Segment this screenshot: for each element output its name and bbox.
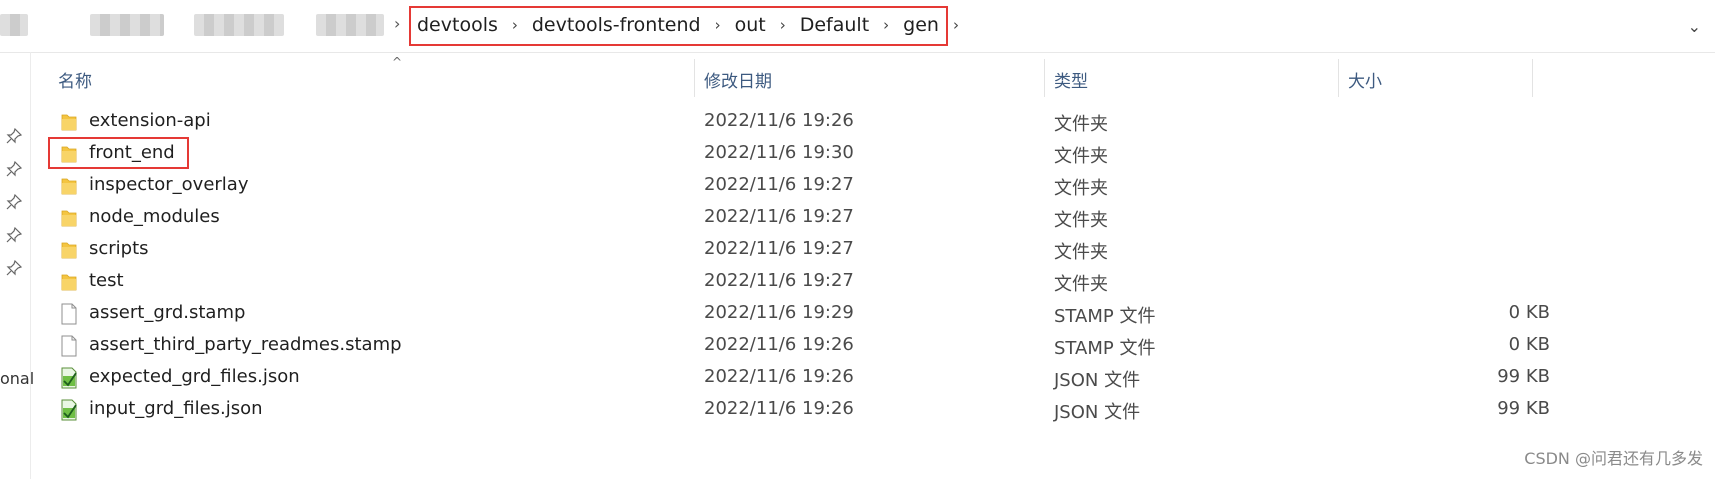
blurred-breadcrumb <box>0 14 28 36</box>
breadcrumb: devtools › devtools-frontend › out › Def… <box>415 14 971 36</box>
file-type: 文件夹 <box>1054 274 1108 295</box>
folder-icon <box>60 239 78 261</box>
folder-icon <box>60 271 78 293</box>
file-name: node_modules <box>89 206 220 227</box>
chevron-down-icon[interactable]: ⌄ <box>1688 17 1701 36</box>
file-name: assert_grd.stamp <box>89 302 246 323</box>
breadcrumb-gen[interactable]: gen <box>901 14 941 36</box>
column-header-name[interactable]: 名称 <box>58 67 92 92</box>
folder-icon <box>60 175 78 197</box>
file-row[interactable]: extension-api 2022/11/6 19:26 文件夹 <box>30 106 1715 138</box>
breadcrumb-out[interactable]: out <box>733 14 768 36</box>
column-header-date[interactable]: 修改日期 <box>704 67 772 92</box>
navigation-pane: onal <box>0 52 34 479</box>
column-divider[interactable] <box>694 59 695 97</box>
file-size: 0 KB <box>1508 334 1550 355</box>
file-name: expected_grd_files.json <box>89 366 300 387</box>
column-divider[interactable] <box>1044 59 1045 97</box>
file-size: 99 KB <box>1497 366 1550 387</box>
json-file-icon <box>60 399 78 421</box>
pin-icon[interactable] <box>6 194 22 210</box>
file-row[interactable]: node_modules 2022/11/6 19:27 文件夹 <box>30 202 1715 234</box>
modified-date: 2022/11/6 19:26 <box>704 366 854 387</box>
file-type: JSON 文件 <box>1054 402 1141 423</box>
modified-date: 2022/11/6 19:27 <box>704 238 854 259</box>
file-row[interactable]: input_grd_files.json 2022/11/6 19:26 JSON … <box>30 394 1715 426</box>
column-divider[interactable] <box>1532 59 1533 97</box>
watermark: CSDN @问君还有几多发 <box>1524 449 1703 468</box>
modified-date: 2022/11/6 19:26 <box>704 334 854 355</box>
modified-date: 2022/11/6 19:27 <box>704 270 854 291</box>
blurred-breadcrumb <box>90 14 164 36</box>
pin-icon[interactable] <box>6 260 22 276</box>
file-type: 文件夹 <box>1054 178 1108 199</box>
modified-date: 2022/11/6 19:26 <box>704 110 854 131</box>
column-header-size[interactable]: 大小 <box>1348 67 1382 92</box>
file-name: input_grd_files.json <box>89 398 263 419</box>
blurred-breadcrumb <box>316 14 384 36</box>
modified-date: 2022/11/6 19:26 <box>704 398 854 419</box>
blurred-breadcrumb <box>194 14 284 36</box>
file-name: extension-api <box>89 110 211 131</box>
file-list: extension-api 2022/11/6 19:26 文件夹 front_end… <box>30 106 1715 426</box>
file-size: 0 KB <box>1508 302 1550 323</box>
pin-icon[interactable] <box>6 227 22 243</box>
file-type: STAMP 文件 <box>1054 306 1156 327</box>
file-row[interactable]: inspector_overlay 2022/11/6 19:27 文件夹 <box>30 170 1715 202</box>
chevron-right-icon[interactable]: › <box>780 16 786 34</box>
column-header: ^ 名称 修改日期 类型 大小 <box>30 55 1715 101</box>
modified-date: 2022/11/6 19:27 <box>704 174 854 195</box>
folder-icon <box>60 207 78 229</box>
file-row[interactable]: front_end 2022/11/6 19:30 文件夹 <box>30 138 1715 170</box>
chevron-right-icon[interactable]: › <box>394 14 400 33</box>
file-name: scripts <box>89 238 149 259</box>
column-header-type[interactable]: 类型 <box>1054 67 1088 92</box>
modified-date: 2022/11/6 19:30 <box>704 142 854 163</box>
file-row[interactable]: assert_third_party_readmes.stamp 2022/11/… <box>30 330 1715 362</box>
column-divider[interactable] <box>1338 59 1339 97</box>
file-type: 文件夹 <box>1054 242 1108 263</box>
front-end-highlight-box <box>48 137 189 169</box>
file-icon <box>60 335 78 357</box>
file-name: assert_third_party_readmes.stamp <box>89 334 402 355</box>
modified-date: 2022/11/6 19:29 <box>704 302 854 323</box>
file-icon <box>60 303 78 325</box>
sort-ascending-icon: ^ <box>392 55 403 69</box>
file-type: JSON 文件 <box>1054 370 1141 391</box>
folder-icon <box>60 111 78 133</box>
file-size: 99 KB <box>1497 398 1550 419</box>
file-row[interactable]: expected_grd_files.json 2022/11/6 19:26 JS… <box>30 362 1715 394</box>
chevron-right-icon[interactable]: › <box>953 16 959 34</box>
chevron-right-icon[interactable]: › <box>512 16 518 34</box>
chevron-right-icon[interactable]: › <box>883 16 889 34</box>
file-row[interactable]: test 2022/11/6 19:27 文件夹 <box>30 266 1715 298</box>
file-type: 文件夹 <box>1054 210 1108 231</box>
modified-date: 2022/11/6 19:27 <box>704 206 854 227</box>
breadcrumb-devtools[interactable]: devtools <box>415 14 500 36</box>
file-type: 文件夹 <box>1054 114 1108 135</box>
pin-icon[interactable] <box>6 128 22 144</box>
file-type: 文件夹 <box>1054 146 1108 167</box>
file-name: test <box>89 270 124 291</box>
breadcrumb-default[interactable]: Default <box>798 14 871 36</box>
file-type: STAMP 文件 <box>1054 338 1156 359</box>
pin-icon[interactable] <box>6 161 22 177</box>
json-file-icon <box>60 367 78 389</box>
file-row[interactable]: assert_grd.stamp 2022/11/6 19:29 STAMP 文件 0… <box>30 298 1715 330</box>
chevron-right-icon[interactable]: › <box>715 16 721 34</box>
file-name: inspector_overlay <box>89 174 249 195</box>
file-row[interactable]: scripts 2022/11/6 19:27 文件夹 <box>30 234 1715 266</box>
breadcrumb-devtools-frontend[interactable]: devtools-frontend <box>530 14 703 36</box>
address-bar[interactable]: › devtools › devtools-frontend › out › D… <box>0 0 1715 53</box>
